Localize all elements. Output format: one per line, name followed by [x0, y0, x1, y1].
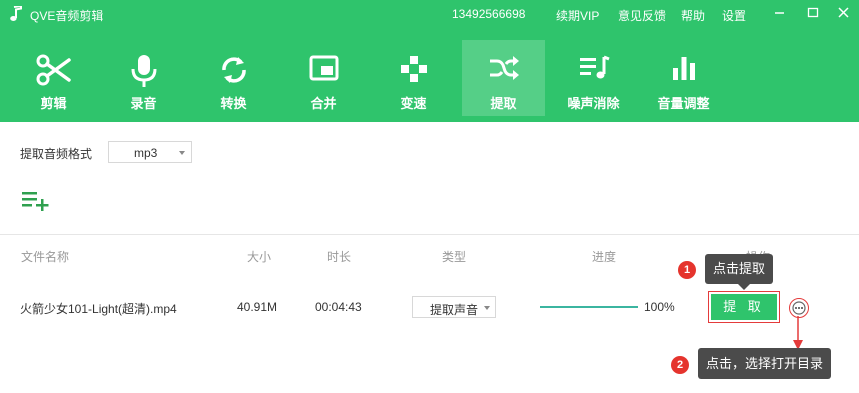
progress-fill	[540, 306, 638, 308]
scissors-icon	[36, 54, 71, 86]
tool-volume[interactable]: 音量调整	[642, 40, 725, 116]
noise-reduction-icon	[579, 55, 610, 79]
convert-icon	[221, 57, 246, 83]
format-value: mp3	[134, 146, 158, 160]
step-badge-1: 1	[678, 261, 696, 279]
help-link[interactable]: 帮助	[681, 7, 705, 24]
tool-merge-label: 合并	[310, 96, 337, 111]
tool-extract[interactable]: 提取	[462, 40, 545, 116]
column-header-size: 大小	[247, 250, 272, 264]
file-size: 40.91M	[237, 300, 278, 314]
progress-percent: 100%	[644, 300, 675, 314]
tool-speed-label: 变速	[400, 96, 427, 111]
renew-vip-link[interactable]: 续期VIP	[556, 7, 599, 24]
tool-speed[interactable]: 变速	[372, 40, 455, 116]
user-phone: 13492566698	[452, 7, 526, 21]
close-icon	[838, 7, 849, 18]
app-header: QVE音频剪辑 13492566698 续期VIP 意见反馈 帮助 设置 剪辑	[0, 0, 859, 122]
tooltip-step-2-text: 点击，选择打开目录	[706, 356, 824, 371]
maximize-button[interactable]	[803, 4, 823, 22]
more-icon	[792, 301, 806, 315]
file-duration: 00:04:43	[315, 300, 362, 314]
divider	[0, 234, 859, 235]
tooltip-step-2: 点击，选择打开目录	[698, 348, 832, 379]
tool-convert[interactable]: 转换	[192, 40, 275, 116]
column-header-progress: 进度	[592, 250, 617, 264]
tooltip-step-1: 点击提取	[705, 254, 774, 284]
feedback-link[interactable]: 意见反馈	[618, 7, 666, 24]
title-bar: QVE音频剪辑 13492566698 续期VIP 意见反馈 帮助 设置	[0, 0, 859, 30]
tooltip-step-1-text: 点击提取	[713, 261, 766, 276]
more-options-button[interactable]	[789, 298, 809, 318]
tooltip-caret	[738, 284, 750, 290]
extract-button-label: 提 取	[711, 294, 777, 320]
add-file-button[interactable]	[22, 190, 50, 212]
app-title: QVE音频剪辑	[30, 9, 104, 23]
tool-record-label: 录音	[130, 96, 157, 111]
progress-bar	[540, 306, 638, 308]
tool-noise-reduction[interactable]: 噪声消除	[552, 40, 635, 116]
format-select[interactable]: mp3	[108, 141, 192, 163]
tool-convert-label: 转换	[220, 96, 247, 111]
tool-noise-reduction-label: 噪声消除	[567, 96, 620, 111]
microphone-icon	[131, 55, 156, 87]
shuffle-icon	[489, 56, 519, 80]
chevron-down-icon	[179, 151, 185, 155]
minimize-button[interactable]	[770, 4, 790, 22]
column-header-filename: 文件名称	[21, 250, 70, 264]
arrow-down-icon	[793, 316, 803, 350]
close-button[interactable]	[834, 4, 854, 22]
settings-link[interactable]: 设置	[722, 7, 746, 24]
tool-volume-label: 音量调整	[657, 96, 710, 111]
tool-extract-label: 提取	[490, 96, 517, 111]
tool-cut-label: 剪辑	[40, 96, 67, 111]
tool-cut[interactable]: 剪辑	[12, 40, 95, 116]
volume-bars-icon	[672, 57, 695, 80]
type-value: 提取声音	[430, 303, 479, 317]
maximize-icon	[807, 7, 819, 18]
column-header-type: 类型	[442, 250, 467, 264]
add-list-icon	[22, 192, 49, 211]
tool-record[interactable]: 录音	[102, 40, 185, 116]
tool-merge[interactable]: 合并	[282, 40, 365, 116]
merge-icon	[309, 55, 338, 81]
file-name: 火箭少女101-Light(超清).mp4	[20, 302, 177, 316]
extract-button[interactable]: 提 取	[708, 291, 780, 323]
step-badge-2: 2	[671, 356, 689, 374]
format-label: 提取音频格式	[20, 147, 93, 161]
speed-icon	[400, 56, 427, 82]
column-header-duration: 时长	[327, 250, 352, 264]
minimize-icon	[775, 12, 784, 14]
music-note-icon	[10, 6, 22, 21]
type-select[interactable]: 提取声音	[412, 296, 496, 318]
chevron-down-icon	[484, 306, 490, 310]
